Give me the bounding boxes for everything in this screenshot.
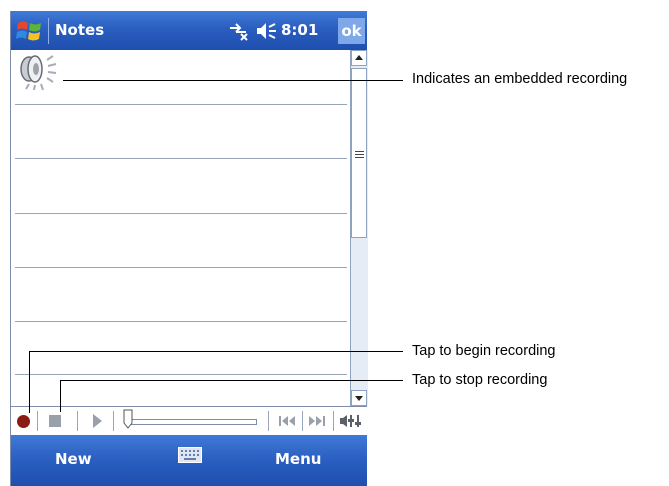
note-line [15, 104, 347, 105]
callout-vline-begin [29, 351, 30, 413]
record-icon[interactable] [17, 415, 30, 428]
note-line [15, 267, 347, 268]
stop-icon[interactable] [49, 415, 61, 427]
grip-line [355, 154, 364, 155]
arrow-up-icon [355, 55, 363, 60]
skip-back-icon[interactable] [277, 413, 299, 429]
note-line [15, 374, 347, 375]
toolbar-separator [37, 411, 38, 431]
toolbar-separator [113, 411, 114, 431]
skip-forward-icon[interactable] [306, 413, 328, 429]
toolbar-separator [77, 411, 78, 431]
callout-line-embedded [63, 80, 403, 81]
speaker-volume-icon[interactable] [256, 22, 278, 40]
ok-button[interactable]: ok [338, 18, 365, 44]
position-slider[interactable] [129, 419, 257, 425]
toolbar-separator [333, 411, 334, 431]
toolbar-separator [302, 411, 303, 431]
connectivity-icon[interactable] [227, 21, 249, 41]
slider-thumb[interactable] [123, 409, 133, 429]
toolbar-separator [268, 411, 269, 431]
play-icon[interactable] [93, 414, 102, 428]
recording-toolbar [11, 406, 367, 436]
speaker-recording-icon[interactable] [15, 52, 65, 90]
title-bar: Notes 8:01 ok [11, 11, 367, 50]
volume-slider-icon[interactable] [339, 413, 363, 429]
note-writing-area[interactable] [11, 50, 349, 406]
vertical-scrollbar[interactable] [350, 50, 368, 406]
grip-line [355, 157, 364, 158]
title-separator [48, 18, 49, 44]
scroll-down-button[interactable] [351, 390, 367, 406]
note-line [15, 213, 347, 214]
app-title: Notes [55, 21, 105, 39]
new-button[interactable]: New [55, 450, 92, 468]
callout-stop-recording: Tap to stop recording [412, 372, 548, 388]
arrow-down-icon [355, 396, 363, 401]
callout-line-begin [29, 351, 403, 352]
callout-begin-recording: Tap to begin recording [412, 343, 556, 359]
clock[interactable]: 8:01 [281, 21, 318, 39]
callout-vline-stop [60, 380, 61, 412]
pocket-pc-screen: Notes 8:01 ok New Menu [10, 11, 368, 486]
note-line [15, 321, 347, 322]
menu-button[interactable]: Menu [275, 450, 321, 468]
menu-bar: New Menu [11, 435, 367, 486]
note-line [15, 158, 347, 159]
callout-embedded-recording: Indicates an embedded recording [412, 71, 628, 87]
callout-line-stop [60, 380, 403, 381]
scroll-thumb[interactable] [351, 68, 367, 238]
windows-flag-icon[interactable] [15, 17, 45, 45]
grip-line [355, 151, 364, 152]
scroll-up-button[interactable] [351, 50, 367, 66]
keyboard-icon[interactable] [178, 447, 202, 463]
